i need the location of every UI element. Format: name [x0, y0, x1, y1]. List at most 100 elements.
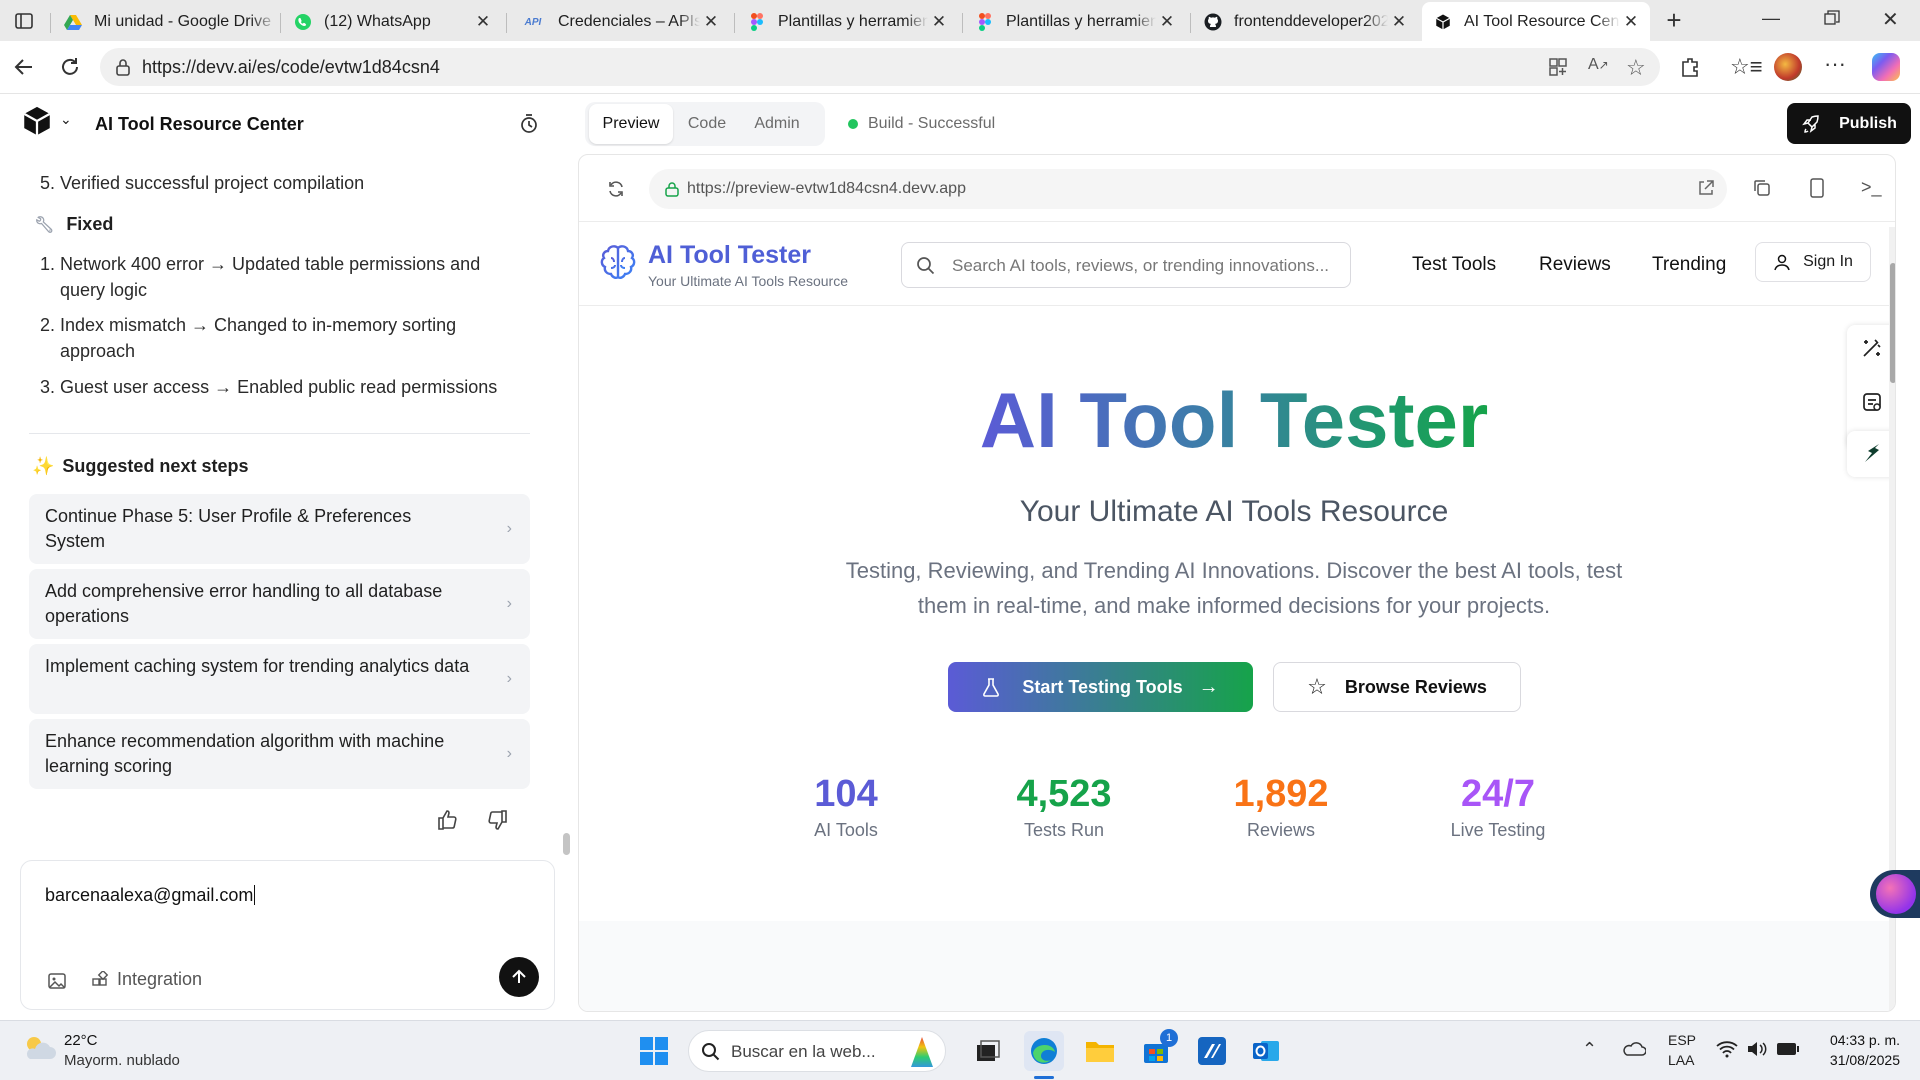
url-bar[interactable]: https://devv.ai/es/code/evtw1d84csn4 A↗ …: [100, 48, 1660, 86]
language-indicator[interactable]: ESP: [1668, 1032, 1696, 1048]
edit-wand-icon[interactable]: [1861, 337, 1883, 359]
browser-address-bar: https://devv.ai/es/code/evtw1d84csn4 A↗ …: [0, 41, 1920, 94]
extensions-icon[interactable]: [1680, 56, 1702, 78]
publish-button[interactable]: Publish: [1787, 103, 1911, 144]
nav-test-tools[interactable]: Test Tools: [1412, 254, 1496, 276]
browser-tab[interactable]: frontenddeveloper2025 ✕: [1192, 4, 1418, 40]
browser-tab[interactable]: Plantillas y herramientas ✕: [964, 4, 1186, 40]
terminal-icon[interactable]: >_: [1861, 177, 1882, 198]
start-testing-button[interactable]: Start Testing Tools →: [948, 662, 1253, 712]
wifi-icon[interactable]: [1716, 1040, 1738, 1058]
nav-trending[interactable]: Trending: [1652, 254, 1726, 276]
devv-logo-icon[interactable]: [20, 103, 54, 139]
browser-tab[interactable]: Plantillas y herramientas ✕: [736, 4, 958, 40]
preview-url-bar[interactable]: https://preview-evtw1d84csn4.devv.app: [649, 169, 1727, 209]
google-drive-icon: [64, 13, 82, 31]
assistant-bubble[interactable]: [1870, 870, 1920, 918]
next-section: [579, 921, 1889, 1011]
hero-subtitle: Your Ultimate AI Tools Resource: [1019, 495, 1449, 528]
refresh-preview-icon[interactable]: [606, 179, 626, 199]
more-icon[interactable]: ···: [1824, 51, 1846, 77]
preview-url-text: https://preview-evtw1d84csn4.devv.app: [687, 180, 966, 197]
hero-title: AI Tool Tester: [979, 376, 1489, 464]
close-icon[interactable]: ✕: [1620, 11, 1642, 33]
panel-resize-handle[interactable]: [563, 833, 570, 855]
tab-admin[interactable]: Admin: [741, 104, 813, 144]
chat-input[interactable]: barcenaalexa@gmail.com: [45, 885, 256, 906]
start-icon[interactable]: [634, 1031, 674, 1071]
back-icon[interactable]: [12, 55, 36, 79]
copilot-icon[interactable]: [1872, 53, 1900, 81]
browse-reviews-button[interactable]: ☆ Browse Reviews: [1273, 662, 1521, 712]
history-icon[interactable]: [518, 113, 540, 135]
clock-time[interactable]: 04:33 p. m.: [1820, 1032, 1900, 1048]
tab-code[interactable]: Code: [677, 104, 737, 144]
taskbar-search[interactable]: Buscar en la web...: [688, 1030, 946, 1072]
onedrive-icon[interactable]: [1622, 1040, 1646, 1056]
search-placeholder: Search AI tools, reviews, or trending in…: [952, 256, 1330, 275]
browser-tab[interactable]: API Credenciales – APIs y servicios ✕: [508, 4, 730, 40]
close-icon[interactable]: ✕: [1388, 11, 1410, 33]
new-tab-button[interactable]: +: [1660, 7, 1688, 35]
sign-in-button[interactable]: Sign In: [1755, 242, 1871, 282]
favorite-star-icon[interactable]: ☆: [1626, 55, 1646, 81]
outlook-icon[interactable]: [1246, 1031, 1286, 1071]
avatar[interactable]: [1774, 53, 1802, 81]
copy-icon[interactable]: [1752, 178, 1772, 198]
battery-icon[interactable]: [1776, 1042, 1800, 1056]
minimize-button[interactable]: —: [1762, 8, 1780, 29]
url-text[interactable]: https://devv.ai/es/code/evtw1d84csn4: [142, 57, 440, 78]
close-icon[interactable]: ✕: [472, 11, 494, 33]
integration-button[interactable]: Integration: [91, 969, 202, 990]
site-logo-title[interactable]: AI Tool Tester: [648, 241, 811, 270]
read-aloud-icon[interactable]: A↗: [1588, 56, 1609, 74]
browser-tab[interactable]: Mi unidad - Google Drive: [52, 4, 278, 40]
open-external-icon[interactable]: [1697, 179, 1715, 197]
site-info-icon[interactable]: [114, 58, 132, 76]
mobile-view-icon[interactable]: [1809, 177, 1825, 199]
suggestion-card[interactable]: Enhance recommendation algorithm with ma…: [29, 719, 530, 789]
thumbs-up-icon[interactable]: [436, 809, 458, 831]
store-icon[interactable]: 1: [1136, 1029, 1178, 1071]
brain-logo-icon[interactable]: [599, 244, 637, 284]
app-icon[interactable]: [1192, 1031, 1232, 1071]
stat-value: 1,892: [1233, 773, 1329, 815]
close-icon[interactable]: ✕: [700, 11, 722, 33]
github-icon: [1204, 13, 1222, 31]
suggestion-card[interactable]: Add comprehensive error handling to all …: [29, 569, 530, 639]
reload-icon[interactable]: [58, 55, 82, 79]
volume-icon[interactable]: [1746, 1040, 1768, 1058]
tab-actions-icon[interactable]: [14, 11, 34, 31]
chevron-up-icon[interactable]: ⌃: [1582, 1039, 1597, 1060]
app-available-icon[interactable]: [1548, 57, 1568, 77]
close-icon[interactable]: ✕: [1156, 11, 1178, 33]
chevron-down-icon[interactable]: ⌄: [60, 111, 72, 128]
stat-value: 104: [814, 773, 878, 815]
nav-reviews[interactable]: Reviews: [1539, 254, 1611, 276]
browser-tab[interactable]: (12) WhatsApp ✕: [282, 4, 502, 40]
close-icon[interactable]: ✕: [928, 11, 950, 33]
close-window-button[interactable]: ✕: [1882, 7, 1899, 32]
task-view-icon[interactable]: [968, 1031, 1008, 1071]
weather-icon[interactable]: [20, 1033, 56, 1063]
chat-input-box[interactable]: barcenaalexa@gmail.com Integration: [20, 860, 555, 1010]
whatsapp-icon: [294, 13, 312, 31]
status-dot-icon: [848, 119, 858, 129]
chevron-right-icon: ›: [506, 520, 512, 537]
favorites-icon[interactable]: ☆≡: [1730, 54, 1763, 80]
suggestion-card[interactable]: Implement caching system for trending an…: [29, 644, 530, 714]
suggestion-card[interactable]: Continue Phase 5: User Profile & Prefere…: [29, 494, 530, 564]
clock-date[interactable]: 31/08/2025: [1820, 1052, 1900, 1068]
site-search-input[interactable]: Search AI tools, reviews, or trending in…: [901, 242, 1351, 288]
send-button[interactable]: [499, 957, 539, 997]
thumbs-down-icon[interactable]: [487, 809, 509, 831]
keyboard-layout[interactable]: LAA: [1668, 1052, 1694, 1068]
image-upload-icon[interactable]: [47, 971, 67, 991]
edge-icon[interactable]: [1024, 1031, 1064, 1071]
file-explorer-icon[interactable]: [1080, 1031, 1120, 1071]
windows-taskbar: 22°C Mayorm. nublado Buscar en la web...…: [0, 1020, 1920, 1080]
restore-button[interactable]: [1824, 10, 1840, 26]
tab-preview[interactable]: Preview: [589, 104, 673, 144]
browser-tab-active[interactable]: AI Tool Resource Center ✕: [1422, 2, 1650, 41]
figma-icon: [748, 13, 766, 31]
